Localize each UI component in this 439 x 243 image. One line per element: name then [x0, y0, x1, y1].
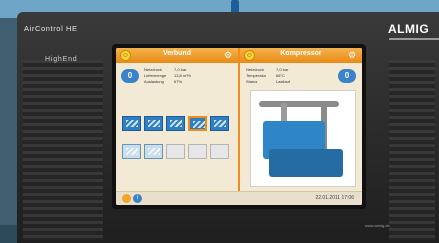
alert-icon[interactable]	[122, 194, 131, 203]
compressor-icon	[170, 120, 182, 127]
left-title-bar: ☺ Verbund ⚙	[116, 48, 238, 63]
compressor-tile-6[interactable]	[122, 144, 141, 159]
kv-row: Auslastung 67%	[144, 79, 198, 85]
right-ridges-decor	[389, 60, 435, 240]
kv-value: 67%	[174, 79, 183, 84]
left-count-badge: 0	[121, 69, 139, 83]
compressor-tile-7[interactable]	[144, 144, 163, 159]
right-title-bar: ☺ Kompressor ⚙	[240, 48, 362, 63]
compressor-tile-5[interactable]	[210, 116, 229, 131]
logo-underline	[389, 38, 439, 40]
left-panel: ☺ Verbund ⚙ 0 Netzdruck 7,0 bar Lieferme…	[116, 48, 238, 205]
right-kv-list: Netzdruck 7,0 bar Temperatur 68°C Status…	[246, 67, 300, 85]
kv-row: Status Lastlauf	[246, 79, 300, 85]
info-icon[interactable]: i	[133, 194, 142, 203]
settings-gear-icon[interactable]: ⚙	[348, 51, 357, 60]
compressor-tile-2[interactable]	[144, 116, 163, 131]
almig-logo: ALMIG	[388, 22, 430, 36]
empty-slot-tile	[166, 144, 185, 159]
left-ridges-decor	[23, 60, 103, 240]
right-count-badge: 0	[338, 69, 356, 83]
compressor-icon	[214, 120, 226, 127]
compressor-icon	[193, 121, 205, 128]
left-panel-title: Verbund	[162, 50, 191, 57]
compressor-tile-3[interactable]	[166, 116, 185, 131]
status-datetime: 22.01.2011 17:06	[315, 195, 354, 201]
compressor-icon	[126, 148, 138, 155]
brand-title: AirControl HE	[24, 24, 78, 33]
compressor-icon	[148, 120, 160, 127]
compressor-base	[269, 149, 343, 177]
screen-status-bar: i 22.01.2011 17:06	[116, 191, 362, 205]
footer-url: www.almig.de	[365, 223, 390, 228]
compressor-tile-4[interactable]	[188, 116, 207, 131]
empty-slot-tile	[188, 144, 207, 159]
compressor-tile-1[interactable]	[122, 116, 141, 131]
kv-key: Status	[246, 79, 258, 84]
empty-slot-tile	[210, 144, 229, 159]
left-kv-list: Netzdruck 7,0 bar Liefermenge 13,8 m³/h …	[144, 67, 198, 85]
compressor-icon	[148, 148, 160, 155]
compressor-icon	[126, 120, 138, 127]
right-panel: ☺ Kompressor ⚙ Netzdruck 7,0 bar Tempera…	[240, 48, 362, 205]
kv-key: Auslastung	[144, 79, 164, 84]
pipe-shape	[259, 101, 339, 107]
settings-gear-icon[interactable]: ⚙	[224, 51, 233, 60]
compressor-illustration	[250, 90, 356, 187]
brand-subtitle: HighEnd	[45, 56, 78, 63]
right-panel-title: Kompressor	[280, 50, 322, 57]
touch-screen: ☺ Verbund ⚙ 0 Netzdruck 7,0 bar Lieferme…	[116, 48, 362, 205]
kv-value: Lastlauf	[276, 79, 291, 84]
